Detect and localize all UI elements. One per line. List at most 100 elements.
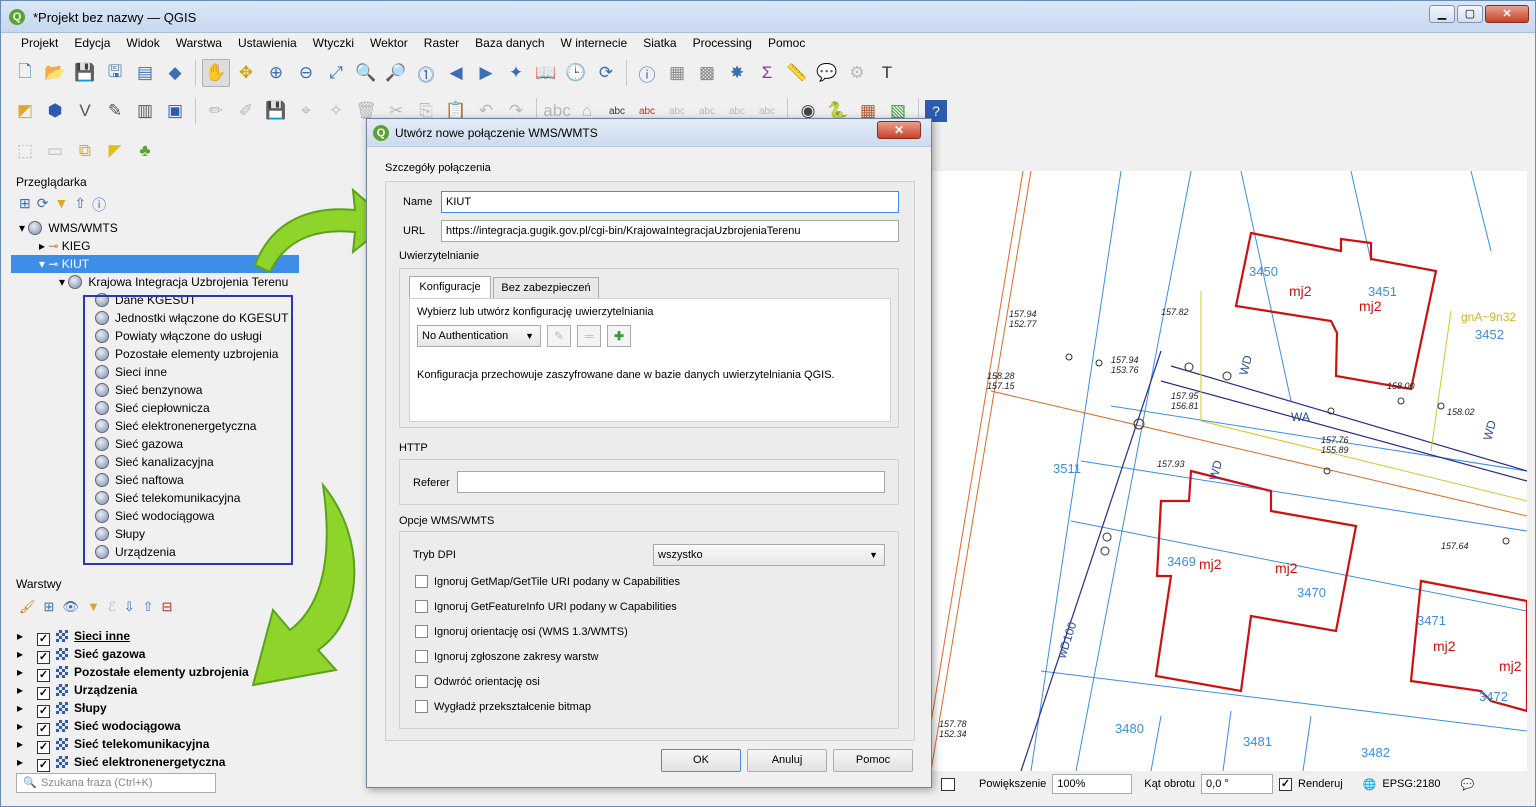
new-memory-layer-icon[interactable]: ▥ xyxy=(131,97,159,125)
tab-configurations[interactable]: Konfiguracje xyxy=(409,276,491,299)
select-by-value-icon[interactable]: ▭ xyxy=(41,137,69,165)
expand-arrow-icon[interactable]: ▸ xyxy=(11,681,27,699)
expand-arrow-icon[interactable]: ▸ xyxy=(11,627,27,645)
refresh-browser-icon[interactable]: ⟳ xyxy=(37,195,49,215)
menu-wektor[interactable]: Wektor xyxy=(360,34,414,54)
filter-icon[interactable]: ▼ xyxy=(54,195,68,215)
maximize-button[interactable]: ▢ xyxy=(1457,5,1483,23)
zoom-in-icon[interactable]: ⊕ xyxy=(262,59,290,87)
expand-all-icon[interactable]: ⇩ xyxy=(124,599,135,615)
zoom-next-icon[interactable]: ▶ xyxy=(472,59,500,87)
collapse-all-layers-icon[interactable]: ⇧ xyxy=(143,599,154,615)
option-checkbox[interactable]: Ignoruj GetMap/GetTile URI podany w Capa… xyxy=(415,574,680,590)
collapse-arrow-icon[interactable]: ▾ xyxy=(39,257,45,271)
collapse-arrow-icon[interactable]: ▾ xyxy=(19,221,25,235)
new-shapefile-icon[interactable]: V xyxy=(71,97,99,125)
menu-widok[interactable]: Widok xyxy=(116,34,165,54)
layer-row[interactable]: ▸ ✓ Urządzenia xyxy=(11,681,299,700)
tree-item-service[interactable]: ▾ Krajowa Integracja Uzbrojenia Terenu xyxy=(11,273,299,291)
zoom-layer-icon[interactable]: 🔎 xyxy=(382,59,410,87)
tab-basic[interactable]: Bez zabezpieczeń xyxy=(493,277,599,299)
ok-button[interactable]: OK xyxy=(661,749,741,772)
add-config-button[interactable]: ✚ xyxy=(607,325,631,347)
zoom-full-icon[interactable]: ⤢ xyxy=(322,59,350,87)
menu-w-internecie[interactable]: W internecie xyxy=(551,34,634,54)
select-features-icon[interactable]: ⬚ xyxy=(11,137,39,165)
new-geopackage-icon[interactable]: ⬢ xyxy=(41,97,69,125)
layer-visibility-checkbox[interactable]: ✓ xyxy=(37,759,50,772)
tree-item-wms[interactable]: ▾ WMS/WMTS xyxy=(11,219,299,237)
style-brush-icon[interactable]: 🖌 xyxy=(19,599,36,615)
map-canvas[interactable]: 3450 3451 3452 3511 3469 3470 3471 3472 … xyxy=(931,171,1527,771)
checkbox-box[interactable] xyxy=(415,675,428,688)
expand-arrow-icon[interactable]: ▸ xyxy=(11,753,27,771)
checkbox-box[interactable] xyxy=(415,575,428,588)
add-group-icon[interactable]: ⊞ xyxy=(44,599,55,615)
layer-row[interactable]: ▸ ✓ Słupy xyxy=(11,699,299,718)
messages-icon[interactable]: 💬 xyxy=(1460,778,1474,791)
layer-row[interactable]: ▸ ✓ Sieć wodociągowa xyxy=(11,717,299,736)
new-virtual-layer-icon[interactable]: ▣ xyxy=(161,97,189,125)
expand-arrow-icon[interactable]: ▸ xyxy=(39,239,45,253)
collapse-arrow-icon[interactable]: ▾ xyxy=(59,275,65,289)
properties-info-icon[interactable]: ⓘ xyxy=(92,195,106,215)
remove-config-button[interactable]: ═ xyxy=(577,325,601,347)
style-manager-icon[interactable]: ◆ xyxy=(161,59,189,87)
rotation-input[interactable]: 0,0 ° xyxy=(1201,774,1274,794)
expand-arrow-icon[interactable]: ▸ xyxy=(11,735,27,753)
option-checkbox[interactable]: Ignoruj zgłoszone zakresy warstw xyxy=(415,649,598,665)
menu-edycja[interactable]: Edycja xyxy=(64,34,116,54)
option-checkbox[interactable]: Odwróć orientację osi xyxy=(415,674,540,690)
visibility-eye-icon[interactable]: 👁 xyxy=(62,599,79,615)
auth-config-select[interactable]: No Authentication ▼ xyxy=(417,325,541,347)
menu-raster[interactable]: Raster xyxy=(414,34,465,54)
referer-field[interactable] xyxy=(457,471,885,493)
new-project-icon[interactable]: 🗋 xyxy=(11,59,39,87)
edit-pencil-icon[interactable]: ✏ xyxy=(202,97,230,125)
help-button[interactable]: Pomoc xyxy=(833,749,913,772)
filter-legend-icon[interactable]: ▼ xyxy=(87,599,100,615)
option-checkbox[interactable]: Wygładź przekształcenie bitmap xyxy=(415,699,591,715)
checkbox-box[interactable] xyxy=(415,650,428,663)
refresh-icon[interactable]: ⟳ xyxy=(592,59,620,87)
show-bookmarks-icon[interactable]: 📖 xyxy=(532,59,560,87)
cancel-button[interactable]: Anuluj xyxy=(747,749,827,772)
expand-arrow-icon[interactable]: ▸ xyxy=(11,699,27,717)
tree-plugin-icon[interactable]: ♣ xyxy=(131,137,159,165)
render-checkbox[interactable]: ✓ xyxy=(1279,777,1293,791)
expand-arrow-icon[interactable]: ▸ xyxy=(11,717,27,735)
measure-icon[interactable]: 📏 xyxy=(783,59,811,87)
locator-search-input[interactable]: 🔍 Szukana fraza (Ctrl+K) xyxy=(16,773,216,793)
expression-filter-icon[interactable]: ℰ xyxy=(108,599,116,615)
collapse-all-icon[interactable]: ⇧ xyxy=(74,195,86,215)
temporal-icon[interactable]: 🕒 xyxy=(562,59,590,87)
edit-config-button[interactable]: ✎ xyxy=(547,325,571,347)
expand-arrow-icon[interactable]: ▸ xyxy=(11,645,27,663)
expand-arrow-icon[interactable]: ▸ xyxy=(11,663,27,681)
checkbox-box[interactable] xyxy=(415,600,428,613)
tree-item-kieg[interactable]: ▸ ⊸ KIEG xyxy=(11,237,299,255)
dialog-close-button[interactable]: ✕ xyxy=(877,121,921,139)
field-calculator-icon[interactable]: ▩ xyxy=(693,59,721,87)
open-project-icon[interactable]: 📂 xyxy=(41,59,69,87)
add-selected-icon[interactable]: ⊞ xyxy=(19,195,31,215)
deselect-all-icon[interactable]: ⧉ xyxy=(71,137,99,165)
zoom-last-icon[interactable]: ◀ xyxy=(442,59,470,87)
identify-icon[interactable]: ⓘ xyxy=(633,59,661,87)
name-field[interactable]: KIUT xyxy=(441,191,899,213)
settings-gear-icon[interactable]: ✸ xyxy=(723,59,751,87)
messages-toggle[interactable] xyxy=(941,777,955,791)
menu-pomoc[interactable]: Pomoc xyxy=(758,34,811,54)
save-as-icon[interactable]: 🖫 xyxy=(101,59,129,87)
menu-processing[interactable]: Processing xyxy=(683,34,758,54)
crs-icon[interactable]: 🌐 xyxy=(1363,778,1377,791)
save-project-icon[interactable]: 💾 xyxy=(71,59,99,87)
zoom-selection-icon[interactable]: 🔍 xyxy=(352,59,380,87)
new-bookmark-icon[interactable]: ✦ xyxy=(502,59,530,87)
layer-row[interactable]: ▸ ✓ Sieć elektronenergetyczna xyxy=(11,753,299,772)
layer-row[interactable]: ▸ ✓ Sieć telekomunikacyjna xyxy=(11,735,299,754)
statistics-sigma-icon[interactable]: Σ xyxy=(753,59,781,87)
checkbox-box[interactable] xyxy=(415,625,428,638)
menu-ustawienia[interactable]: Ustawienia xyxy=(228,34,303,54)
print-layout-icon[interactable]: ▤ xyxy=(131,59,159,87)
